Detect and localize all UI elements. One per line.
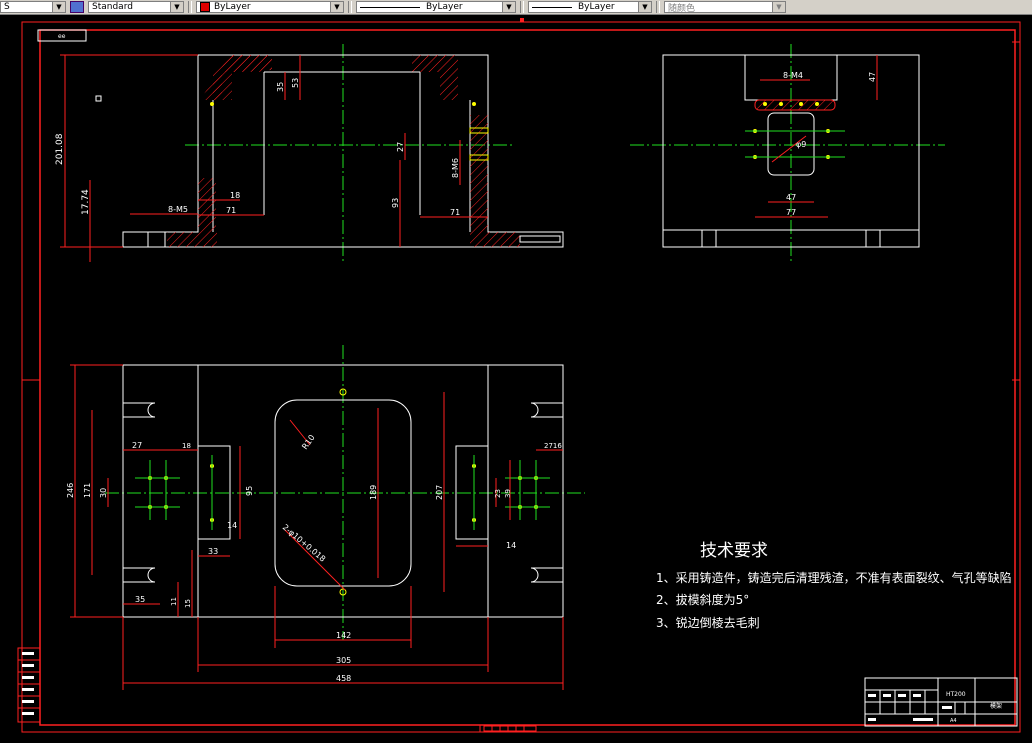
dim-8m5: 8-M5 xyxy=(168,205,188,214)
label-box-text: ee xyxy=(58,33,66,40)
dim-142: 142 xyxy=(336,631,351,640)
notes-line-1: 1、采用铸造件，铸造完后清理残渣，不准有表面裂纹、气孔等缺陷 xyxy=(656,571,1012,585)
color-combo[interactable]: ByLayer ▼ xyxy=(196,1,344,13)
dim-171: 171 xyxy=(83,483,92,498)
dim-style-value: Standard xyxy=(92,2,133,12)
small-marker xyxy=(95,95,102,102)
color-swatch-icon xyxy=(200,2,210,12)
dim-18-plan: 18 xyxy=(182,442,191,450)
lineweight-value: ByLayer xyxy=(578,2,615,12)
dim-71b: 71 xyxy=(450,208,460,217)
dim-17-74: 17.74 xyxy=(81,189,91,215)
dim-189: 189 xyxy=(369,485,378,500)
chevron-down-icon[interactable]: ▼ xyxy=(638,2,651,12)
chevron-down-icon[interactable]: ▼ xyxy=(330,2,343,12)
cad-drawing: ee 201.08 17.74 8-M5 18 71 35 53 27 8-M6… xyxy=(17,18,1021,733)
title-material: HT200 xyxy=(946,691,966,698)
dim-hole: 2-φ10+0.018 xyxy=(281,523,327,564)
dim-18: 18 xyxy=(230,191,240,200)
drawing-canvas[interactable]: ee 201.08 17.74 8-M5 18 71 35 53 27 8-M6… xyxy=(0,14,1032,738)
lineweight-combo[interactable]: ByLayer ▼ xyxy=(528,1,652,13)
title-scale: A4 xyxy=(950,718,957,724)
dim-35-plan: 35 xyxy=(135,595,145,604)
dim-style-combo[interactable]: Standard ▼ xyxy=(88,1,184,13)
dim-14b: 14 xyxy=(506,541,516,550)
chevron-down-icon[interactable]: ▼ xyxy=(170,2,183,12)
dim-8m4: 8-M4 xyxy=(783,71,803,80)
dim-305: 305 xyxy=(336,656,351,665)
dim-201-08: 201.08 xyxy=(55,133,65,165)
dim-33: 33 xyxy=(208,547,218,556)
dim-27: 27 xyxy=(396,142,405,152)
chevron-down-icon[interactable]: ▼ xyxy=(52,2,65,12)
plotstyle-value: 随颜色 xyxy=(668,3,696,14)
dim-71a: 71 xyxy=(226,206,236,215)
dim-53: 53 xyxy=(291,78,300,88)
properties-toolbar: S ▼ Standard ▼ ByLayer ▼ ByLayer ▼ ByLay… xyxy=(0,0,1032,15)
text-style-value: S xyxy=(4,2,10,12)
front-section-view: 201.08 17.74 8-M5 18 71 35 53 27 8-M6 93… xyxy=(55,44,564,262)
toolbar-separator xyxy=(656,1,660,13)
dim-30: 30 xyxy=(99,488,108,498)
dim-246: 246 xyxy=(66,483,75,498)
dim-35: 35 xyxy=(276,82,285,92)
dim-23: 23 xyxy=(494,489,502,498)
dim-47a: 47 xyxy=(868,72,877,82)
dim-15: 15 xyxy=(184,599,192,608)
notes-title: 技术要求 xyxy=(700,541,768,561)
dim-93: 93 xyxy=(391,198,400,208)
title-part-name: 模架 xyxy=(990,702,1002,710)
plan-view: 246 171 30 27 18 95 14 33 35 11 15 R10 1… xyxy=(66,345,585,690)
inner-frame xyxy=(39,29,1016,726)
dim-77: 77 xyxy=(786,208,796,217)
toolbar-separator xyxy=(520,1,524,13)
bottom-marks xyxy=(22,18,1020,732)
toolbar-separator xyxy=(188,1,192,13)
chevron-down-icon[interactable]: ▼ xyxy=(502,2,515,12)
dim-14a: 14 xyxy=(227,521,237,530)
dim-47b: 47 xyxy=(786,193,796,202)
side-view: 8-M4 47 φ9 47 77 xyxy=(630,44,945,262)
plotstyle-combo[interactable]: 随颜色 ▼ xyxy=(664,1,786,14)
linetype-value: ByLayer xyxy=(426,2,463,12)
color-value: ByLayer xyxy=(214,2,251,12)
dim-207: 207 xyxy=(435,485,444,500)
notes-line-2: 2、拔模斜度为5° xyxy=(656,593,750,607)
linetype-combo[interactable]: ByLayer ▼ xyxy=(356,1,516,13)
dim-458: 458 xyxy=(336,674,351,683)
linetype-preview-icon xyxy=(360,6,420,8)
dim-11: 11 xyxy=(170,597,178,606)
chevron-down-icon[interactable]: ▼ xyxy=(772,2,785,12)
dim-95: 95 xyxy=(245,486,254,496)
dimension-style-icon[interactable] xyxy=(70,1,84,13)
text-style-combo[interactable]: S ▼ xyxy=(0,1,66,13)
dim-39: 39 xyxy=(504,489,512,498)
toolbar-separator xyxy=(348,1,352,13)
side-strip xyxy=(17,647,41,723)
outer-frame xyxy=(21,21,1021,733)
title-block: HT200 模架 A4 xyxy=(864,677,1018,727)
dim-8m6: 8-M6 xyxy=(451,158,460,178)
dim-2716: 2716 xyxy=(544,442,562,450)
dim-27-plan: 27 xyxy=(132,441,142,450)
lineweight-preview-icon xyxy=(532,6,572,8)
dim-phi9: φ9 xyxy=(796,140,806,149)
notes-line-3: 3、锐边倒棱去毛刺 xyxy=(656,616,760,630)
